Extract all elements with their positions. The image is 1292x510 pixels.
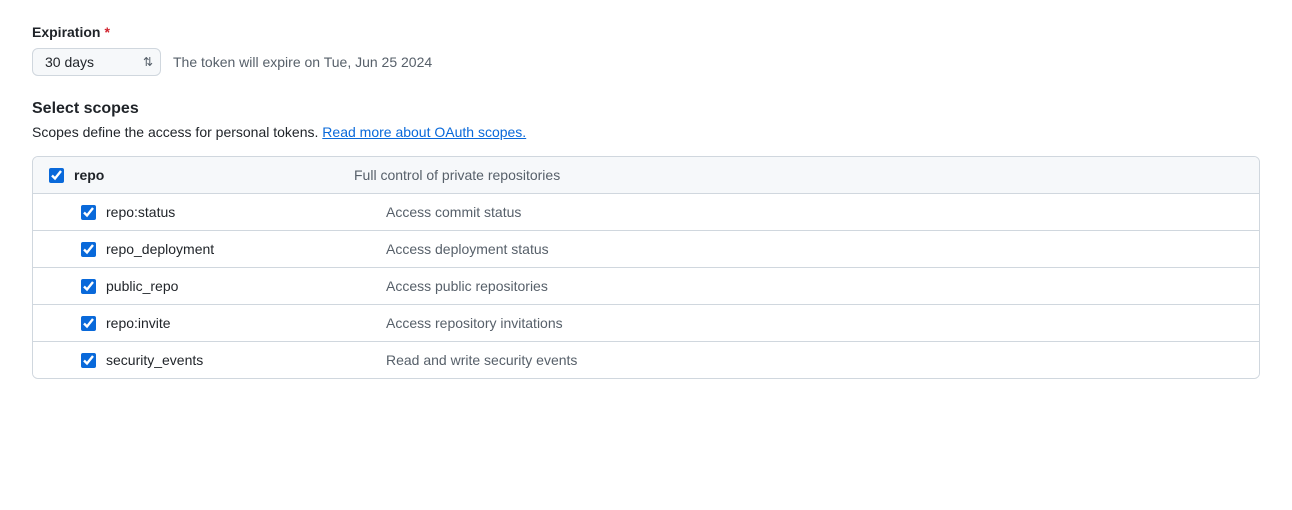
scopes-box: repo Full control of private repositorie… [32, 156, 1260, 379]
scope-desc-repo-deployment: Access deployment status [386, 241, 1243, 257]
required-indicator: * [104, 24, 109, 40]
expiration-hint: The token will expire on Tue, Jun 25 202… [173, 54, 432, 70]
scope-row-repo-invite: repo:invite Access repository invitation… [33, 305, 1259, 342]
scope-row-repo-deployment: repo_deployment Access deployment status [33, 231, 1259, 268]
scope-row-repo: repo Full control of private repositorie… [33, 157, 1259, 194]
scope-name-security-events: security_events [106, 352, 386, 368]
scope-row-public-repo: public_repo Access public repositories [33, 268, 1259, 305]
scopes-description-text: Scopes define the access for personal to… [32, 124, 318, 140]
expiration-select[interactable]: 7 days 30 days 60 days 90 days Custom No… [32, 48, 161, 76]
select-scopes-section: Select scopes Scopes define the access f… [32, 100, 1260, 379]
select-scopes-title: Select scopes [32, 100, 1260, 118]
scope-name-repo: repo [74, 167, 354, 183]
scope-checkbox-repo[interactable] [49, 168, 64, 183]
scope-desc-repo-status: Access commit status [386, 204, 1243, 220]
scope-checkbox-repo-status[interactable] [81, 205, 96, 220]
scope-desc-public-repo: Access public repositories [386, 278, 1243, 294]
expiration-section: Expiration * 7 days 30 days 60 days 90 d… [32, 24, 1260, 76]
expiration-label: Expiration * [32, 24, 1260, 40]
scope-checkbox-security-events[interactable] [81, 353, 96, 368]
scope-checkbox-public-repo[interactable] [81, 279, 96, 294]
scope-checkbox-repo-invite[interactable] [81, 316, 96, 331]
scope-name-public-repo: public_repo [106, 278, 386, 294]
expiration-select-wrapper: 7 days 30 days 60 days 90 days Custom No… [32, 48, 161, 76]
scope-desc-repo-invite: Access repository invitations [386, 315, 1243, 331]
scope-desc-repo: Full control of private repositories [354, 167, 1243, 183]
expiration-row: 7 days 30 days 60 days 90 days Custom No… [32, 48, 1260, 76]
scope-name-repo-invite: repo:invite [106, 315, 386, 331]
scope-row-security-events: security_events Read and write security … [33, 342, 1259, 378]
scopes-description: Scopes define the access for personal to… [32, 124, 1260, 140]
oauth-scopes-link[interactable]: Read more about OAuth scopes. [322, 124, 526, 140]
scope-name-repo-status: repo:status [106, 204, 386, 220]
scope-desc-security-events: Read and write security events [386, 352, 1243, 368]
expiration-label-text: Expiration [32, 24, 100, 40]
scope-checkbox-repo-deployment[interactable] [81, 242, 96, 257]
scope-name-repo-deployment: repo_deployment [106, 241, 386, 257]
scope-row-repo-status: repo:status Access commit status [33, 194, 1259, 231]
